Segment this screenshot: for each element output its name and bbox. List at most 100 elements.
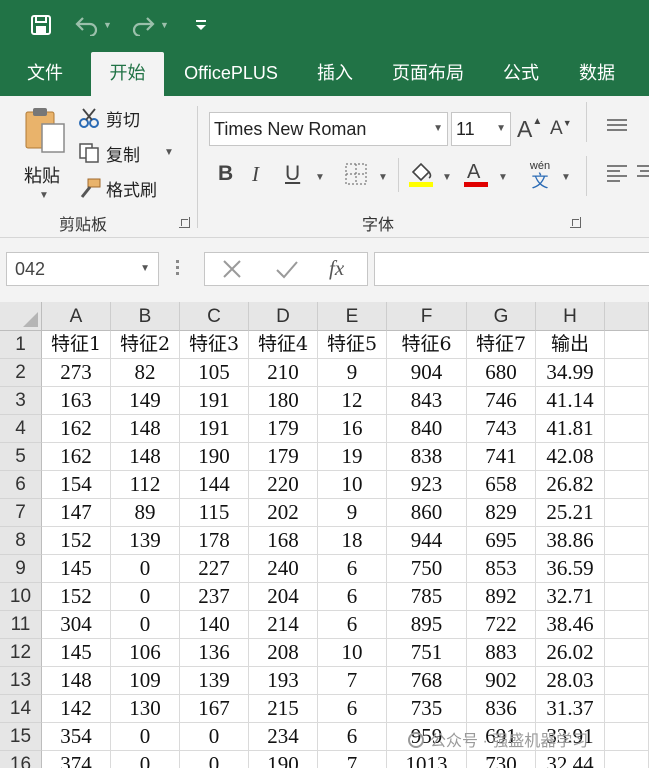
cell-b9[interactable]: 0 (111, 555, 180, 583)
cell-f5[interactable]: 838 (387, 443, 467, 471)
cell-h9[interactable]: 36.59 (536, 555, 605, 583)
cell-b11[interactable]: 0 (111, 611, 180, 639)
cell-c1[interactable]: 特征3 (180, 331, 249, 359)
column-header-c[interactable]: C (180, 302, 249, 331)
fill-color-dropdown-icon[interactable]: ▼ (442, 172, 452, 183)
tab-officeplus[interactable]: OfficePLUS (176, 50, 286, 96)
cell-f1[interactable]: 特征6 (387, 331, 467, 359)
cell-d6[interactable]: 220 (249, 471, 318, 499)
cell-d10[interactable]: 204 (249, 583, 318, 611)
cell-h12[interactable]: 26.02 (536, 639, 605, 667)
tab-insert[interactable]: 插入 (304, 50, 366, 96)
cell-f10[interactable]: 785 (387, 583, 467, 611)
cell-b6[interactable]: 112 (111, 471, 180, 499)
cell-empty[interactable] (605, 443, 649, 471)
tab-page-layout[interactable]: 页面布局 (382, 50, 474, 96)
cell-empty[interactable] (605, 359, 649, 387)
cell-b2[interactable]: 82 (111, 359, 180, 387)
cell-d9[interactable]: 240 (249, 555, 318, 583)
cell-f11[interactable]: 895 (387, 611, 467, 639)
cell-empty[interactable] (605, 583, 649, 611)
cell-c16[interactable]: 0 (180, 751, 249, 768)
cell-e10[interactable]: 6 (318, 583, 387, 611)
bold-button[interactable]: B (218, 162, 233, 186)
cell-a6[interactable]: 154 (42, 471, 111, 499)
cell-b13[interactable]: 109 (111, 667, 180, 695)
font-name-dropdown[interactable]: Times New Roman ▼ (209, 112, 448, 146)
column-header-a[interactable]: A (42, 302, 111, 331)
row-header[interactable]: 6 (0, 471, 42, 499)
cell-c8[interactable]: 178 (180, 527, 249, 555)
phonetic-dropdown-icon[interactable]: ▼ (561, 172, 571, 183)
name-box[interactable]: 042 ▼ (6, 252, 159, 286)
cell-a3[interactable]: 163 (42, 387, 111, 415)
cell-empty[interactable] (605, 499, 649, 527)
cell-e3[interactable]: 12 (318, 387, 387, 415)
row-header[interactable]: 12 (0, 639, 42, 667)
cell-a9[interactable]: 145 (42, 555, 111, 583)
cell-b4[interactable]: 148 (111, 415, 180, 443)
cell-e14[interactable]: 6 (318, 695, 387, 723)
select-all-button[interactable] (0, 302, 42, 331)
cell-f13[interactable]: 768 (387, 667, 467, 695)
cell-c5[interactable]: 190 (180, 443, 249, 471)
cell-empty[interactable] (605, 555, 649, 583)
cell-g3[interactable]: 746 (467, 387, 536, 415)
copy-button[interactable]: 复制 ▼ (78, 140, 178, 166)
cell-c14[interactable]: 167 (180, 695, 249, 723)
cell-a16[interactable]: 374 (42, 751, 111, 768)
cell-g7[interactable]: 829 (467, 499, 536, 527)
cell-h11[interactable]: 38.46 (536, 611, 605, 639)
row-header[interactable]: 14 (0, 695, 42, 723)
cell-b1[interactable]: 特征2 (111, 331, 180, 359)
cell-e11[interactable]: 6 (318, 611, 387, 639)
cell-f2[interactable]: 904 (387, 359, 467, 387)
cell-e6[interactable]: 10 (318, 471, 387, 499)
cell-a11[interactable]: 304 (42, 611, 111, 639)
cell-d2[interactable]: 210 (249, 359, 318, 387)
format-painter-button[interactable]: 格式刷 (78, 175, 168, 201)
tab-data[interactable]: 数据 (566, 50, 628, 96)
undo-icon[interactable] (74, 10, 100, 40)
cell-f12[interactable]: 751 (387, 639, 467, 667)
cell-c15[interactable]: 0 (180, 723, 249, 751)
cell-e1[interactable]: 特征5 (318, 331, 387, 359)
cell-b15[interactable]: 0 (111, 723, 180, 751)
cell-g12[interactable]: 883 (467, 639, 536, 667)
cell-g6[interactable]: 658 (467, 471, 536, 499)
cell-b12[interactable]: 106 (111, 639, 180, 667)
column-header-overflow[interactable] (605, 302, 649, 331)
cell-c12[interactable]: 136 (180, 639, 249, 667)
align-center-icon[interactable] (636, 164, 649, 191)
cell-a10[interactable]: 152 (42, 583, 111, 611)
cell-d8[interactable]: 168 (249, 527, 318, 555)
cell-c7[interactable]: 115 (180, 499, 249, 527)
cell-b16[interactable]: 0 (111, 751, 180, 768)
undo-dropdown-icon[interactable]: ▼ (103, 10, 112, 40)
cell-f9[interactable]: 750 (387, 555, 467, 583)
cell-b14[interactable]: 130 (111, 695, 180, 723)
cell-empty[interactable] (605, 387, 649, 415)
cell-d16[interactable]: 190 (249, 751, 318, 768)
italic-button[interactable]: I (252, 162, 259, 187)
cell-f3[interactable]: 843 (387, 387, 467, 415)
cell-a8[interactable]: 152 (42, 527, 111, 555)
cell-g4[interactable]: 743 (467, 415, 536, 443)
cell-d12[interactable]: 208 (249, 639, 318, 667)
cell-h8[interactable]: 38.86 (536, 527, 605, 555)
cell-g1[interactable]: 特征7 (467, 331, 536, 359)
cell-d3[interactable]: 180 (249, 387, 318, 415)
formula-input[interactable] (374, 252, 649, 286)
font-color-icon[interactable]: A (462, 158, 490, 193)
cell-e7[interactable]: 9 (318, 499, 387, 527)
cut-button[interactable]: 剪切 (78, 105, 150, 131)
row-header[interactable]: 16 (0, 751, 42, 768)
cell-empty[interactable] (605, 471, 649, 499)
cancel-icon[interactable] (221, 258, 243, 285)
row-header[interactable]: 15 (0, 723, 42, 751)
font-color-dropdown-icon[interactable]: ▼ (498, 172, 508, 183)
cell-a7[interactable]: 147 (42, 499, 111, 527)
column-header-b[interactable]: B (111, 302, 180, 331)
cell-a14[interactable]: 142 (42, 695, 111, 723)
cell-empty[interactable] (605, 611, 649, 639)
